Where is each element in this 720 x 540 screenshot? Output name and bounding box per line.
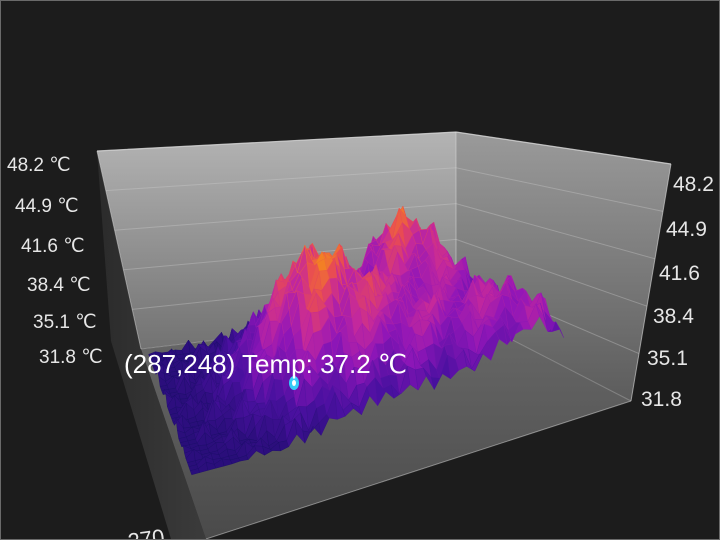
z-tick-right-2: 41.6	[659, 262, 700, 285]
z-tick-left-1: 44.9 ℃	[15, 196, 79, 217]
z-tick-left-5: 31.8 ℃	[39, 347, 103, 368]
z-axis-left: 48.2 ℃ 44.9 ℃ 41.6 ℃ 38.4 ℃ 35.1 ℃ 31.8 …	[7, 155, 103, 368]
z-tick-right-3: 38.4	[653, 305, 694, 328]
x-tick-bottom: 270	[126, 524, 166, 539]
thermal-3d-viewport[interactable]: 48.2 ℃ 44.9 ℃ 41.6 ℃ 38.4 ℃ 35.1 ℃ 31.8 …	[0, 0, 720, 540]
cursor-readout: (287,248) Temp: 37.2 ℃	[124, 349, 407, 379]
z-tick-left-0: 48.2 ℃	[7, 155, 71, 176]
z-tick-right-1: 44.9	[666, 218, 707, 241]
surface-plot[interactable]: 48.2 ℃ 44.9 ℃ 41.6 ℃ 38.4 ℃ 35.1 ℃ 31.8 …	[1, 1, 719, 539]
z-tick-left-3: 38.4 ℃	[27, 275, 91, 296]
z-tick-left-4: 35.1 ℃	[33, 312, 97, 333]
z-tick-right-0: 48.2	[673, 173, 714, 196]
z-tick-left-2: 41.6 ℃	[21, 236, 85, 257]
z-tick-right-4: 35.1	[647, 347, 688, 370]
z-tick-right-5: 31.8	[641, 388, 682, 411]
